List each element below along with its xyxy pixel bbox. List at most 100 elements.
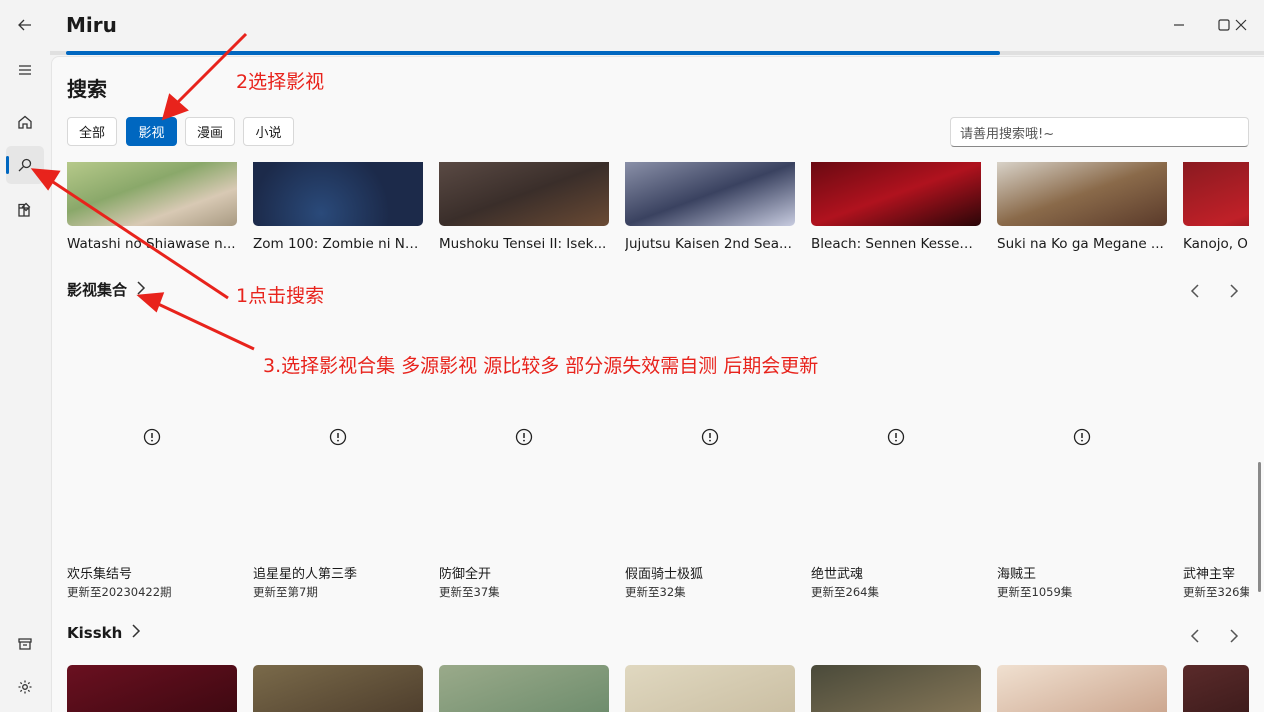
menu-icon <box>19 65 31 75</box>
close-button[interactable] <box>1226 10 1256 40</box>
chevron-left-icon <box>1190 629 1199 643</box>
kisskh-card-thumbnail[interactable] <box>253 665 423 712</box>
collection-update-status: 更新至20230422期 <box>67 585 172 599</box>
collection-card[interactable]: 追星星的人第三季 更新至第7期 <box>253 428 423 599</box>
collection-title: 欢乐集结号 <box>67 567 133 582</box>
filter-novel[interactable]: 小说 <box>243 117 294 146</box>
card-title: Suki na Ko ga Megane ... <box>997 236 1164 252</box>
kisskh-card-thumbnail[interactable] <box>811 665 981 712</box>
loading-progress-bar <box>66 51 1001 55</box>
card-thumbnail <box>439 162 609 226</box>
close-icon <box>1235 19 1247 31</box>
collection-card[interactable]: 绝世武魂更新至264集 <box>811 428 981 599</box>
annotation-step2: 2选择影视 <box>236 71 325 93</box>
section-kisskh-header[interactable]: Kisskh <box>67 624 142 642</box>
image-error-icon <box>1073 428 1091 446</box>
image-error-icon <box>143 428 161 446</box>
card-thumbnail <box>625 162 795 226</box>
card-title: Mushoku Tensei II: Isek... <box>439 236 607 252</box>
card-title: Kanojo, O <box>1183 236 1248 252</box>
media-card[interactable]: Mushoku Tensei II: Isek... <box>439 162 609 252</box>
card-thumbnail <box>1183 162 1249 226</box>
collection-update-status: 更新至1059集 <box>997 585 1073 599</box>
card-thumbnail <box>253 162 423 226</box>
card-thumbnail <box>67 162 237 226</box>
section-title: Kisskh <box>67 624 123 642</box>
media-card[interactable]: Zom 100: Zombie ni Na... <box>253 162 423 252</box>
kisskh-prev-button[interactable] <box>1185 626 1205 646</box>
card-thumbnail <box>997 162 1167 226</box>
content-panel: 搜索 全部 影视 漫画 小说 请善用搜索哦!~ Watashi no Shiaw… <box>51 56 1264 712</box>
search-icon <box>18 158 32 172</box>
card-thumbnail <box>811 162 981 226</box>
image-error-icon <box>887 428 905 446</box>
maximize-button[interactable] <box>1180 10 1210 40</box>
collection-prev-button[interactable] <box>1185 281 1205 301</box>
section-collection-header[interactable]: 影视集合 <box>67 279 147 300</box>
nav-archive[interactable] <box>6 625 44 663</box>
image-error-icon <box>515 428 533 446</box>
collection-title: 海贼王 <box>997 567 1037 582</box>
nav-settings[interactable] <box>6 668 44 706</box>
kisskh-card-thumbnail[interactable] <box>625 665 795 712</box>
card-title: Bleach: Sennen Kessen-... <box>811 236 981 252</box>
media-card[interactable]: Bleach: Sennen Kessen-... <box>811 162 981 252</box>
collection-next-button[interactable] <box>1224 281 1244 301</box>
collection-card[interactable]: 武神主宰 更新至326集 <box>1183 428 1249 598</box>
collection-card[interactable]: 防御全开更新至37集 <box>439 428 609 599</box>
collection-title: 绝世武魂 <box>811 567 864 582</box>
app-title: Miru <box>66 13 117 37</box>
settings-icon <box>18 680 32 694</box>
results-scroll-area[interactable]: Watashi no Shiawase n... Zom 100: Zombie… <box>52 162 1264 712</box>
chevron-left-icon <box>1190 284 1199 298</box>
menu-button[interactable] <box>6 51 44 89</box>
chevron-right-icon <box>1230 284 1239 298</box>
filter-all[interactable]: 全部 <box>67 117 117 146</box>
kisskh-card-thumbnail[interactable] <box>67 665 237 712</box>
archive-icon <box>18 638 32 650</box>
chevron-right-icon <box>135 280 147 299</box>
home-icon <box>18 115 32 129</box>
nav-extensions[interactable] <box>6 191 44 229</box>
title-bar: Miru <box>50 0 1264 55</box>
kisskh-card-thumbnail[interactable] <box>1183 665 1249 712</box>
filter-manga[interactable]: 漫画 <box>185 117 235 146</box>
collection-title: 假面骑士极狐 <box>625 567 704 582</box>
nav-active-indicator <box>6 156 9 174</box>
kisskh-next-button[interactable] <box>1224 626 1244 646</box>
collection-update-status: 更新至第7期 <box>253 585 318 599</box>
collection-card[interactable]: 海贼王更新至1059集 <box>997 428 1167 599</box>
filter-video[interactable]: 影视 <box>126 117 177 146</box>
card-title: Jujutsu Kaisen 2nd Sea... <box>625 236 792 252</box>
collection-title: 追星星的人第三季 <box>253 567 358 582</box>
collection-update-status: 更新至326集 <box>1183 585 1249 598</box>
collection-card[interactable]: 假面骑士极狐 更新至32集 <box>625 428 795 599</box>
card-title: Zom 100: Zombie ni Na... <box>253 236 423 252</box>
vertical-scrollbar[interactable] <box>1258 462 1261 592</box>
card-title: Watashi no Shiawase n... <box>67 236 236 252</box>
search-input[interactable]: 请善用搜索哦!~ <box>950 117 1249 147</box>
collection-title: 防御全开 <box>439 567 492 582</box>
chevron-right-icon <box>130 624 142 642</box>
back-button[interactable] <box>6 6 44 44</box>
image-error-icon <box>701 428 719 446</box>
nav-home[interactable] <box>6 103 44 141</box>
media-card[interactable]: Jujutsu Kaisen 2nd Sea... <box>625 162 795 252</box>
annotation-step3: 3.选择影视合集 多源影视 源比较多 部分源失效需自测 后期会更新 <box>263 355 819 377</box>
app-window: Miru 搜索 全部 影视 漫画 小说 请善用搜索哦!~ Watashi no … <box>0 0 1264 712</box>
media-card[interactable]: Kanojo, O <box>1183 162 1249 252</box>
collection-update-status: 更新至37集 <box>439 585 500 599</box>
kisskh-card-thumbnail[interactable] <box>439 665 609 712</box>
collection-update-status: 更新至32集 <box>625 585 686 599</box>
collection-card[interactable]: 欢乐集结号更新至20230422期 <box>67 428 237 599</box>
media-card[interactable]: Suki na Ko ga Megane ... <box>997 162 1167 252</box>
nav-search[interactable] <box>6 146 44 184</box>
back-arrow-icon <box>18 19 31 31</box>
annotation-step1: 1点击搜索 <box>236 285 325 307</box>
collection-update-status: 更新至264集 <box>811 585 879 599</box>
page-title: 搜索 <box>67 77 107 101</box>
media-card[interactable]: Watashi no Shiawase n... <box>67 162 237 252</box>
section-title: 影视集合 <box>67 281 128 299</box>
kisskh-card-thumbnail[interactable] <box>997 665 1167 712</box>
chevron-right-icon <box>1230 629 1239 643</box>
